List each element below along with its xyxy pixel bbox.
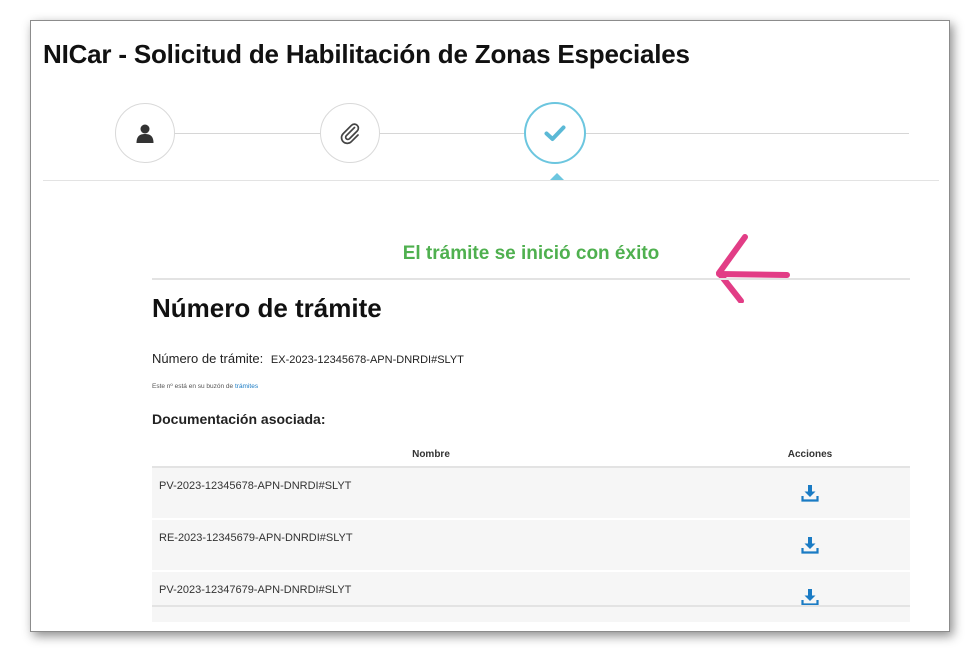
mailbox-note-text: Este nº está en su buzón de bbox=[152, 383, 234, 390]
tramite-number-row: Número de trámite: EX-2023-12345678-APN-… bbox=[152, 351, 464, 366]
document-actions bbox=[710, 467, 910, 520]
tramite-number-label: Número de trámite: bbox=[152, 351, 264, 366]
step-datos-personales[interactable] bbox=[115, 103, 175, 163]
user-icon bbox=[136, 124, 154, 143]
mailbox-note: Este nº está en su buzón de trámites bbox=[152, 383, 258, 390]
window-frame: NICar - Solicitud de Habilitación de Zon… bbox=[30, 20, 950, 632]
column-header-nombre: Nombre bbox=[152, 442, 710, 468]
success-message: El trámite se inició con éxito bbox=[402, 243, 660, 264]
step-confirmacion[interactable] bbox=[524, 102, 586, 164]
document-name: PV-2023-12345678-APN-DNRDI#SLYT bbox=[152, 467, 710, 520]
table-header-row: Nombre Acciones bbox=[152, 442, 910, 468]
document-name: PV-2023-12347679-APN-DNRDI#SLYT bbox=[152, 571, 710, 624]
table-row: PV-2023-12345678-APN-DNRDI#SLYT bbox=[152, 467, 910, 520]
section-divider bbox=[152, 278, 910, 280]
download-icon[interactable] bbox=[801, 484, 819, 502]
header-divider bbox=[43, 180, 939, 181]
table-row: RE-2023-12345679-APN-DNRDI#SLYT bbox=[152, 519, 910, 572]
download-icon[interactable] bbox=[801, 588, 819, 606]
bottom-divider bbox=[152, 605, 910, 607]
page-title: NICar - Solicitud de Habilitación de Zon… bbox=[43, 39, 690, 69]
arrow-annotation-icon bbox=[716, 234, 790, 303]
section-title: Número de trámite bbox=[152, 293, 382, 323]
step-documentacion[interactable] bbox=[320, 103, 380, 163]
check-icon bbox=[544, 125, 566, 141]
document-name: RE-2023-12345679-APN-DNRDI#SLYT bbox=[152, 519, 710, 572]
download-icon[interactable] bbox=[801, 536, 819, 554]
documents-table: Nombre Acciones PV-2023-12345678-APN-DNR… bbox=[152, 442, 910, 624]
tramite-number-value: EX-2023-12345678-APN-DNRDI#SLYT bbox=[270, 354, 464, 366]
documentation-heading: Documentación asociada: bbox=[152, 411, 326, 427]
document-actions bbox=[710, 571, 910, 624]
table-row: PV-2023-12347679-APN-DNRDI#SLYT bbox=[152, 571, 910, 624]
tramites-link[interactable]: trámites bbox=[235, 383, 258, 390]
column-header-acciones: Acciones bbox=[710, 442, 910, 468]
paperclip-icon bbox=[340, 123, 360, 145]
document-actions bbox=[710, 519, 910, 572]
